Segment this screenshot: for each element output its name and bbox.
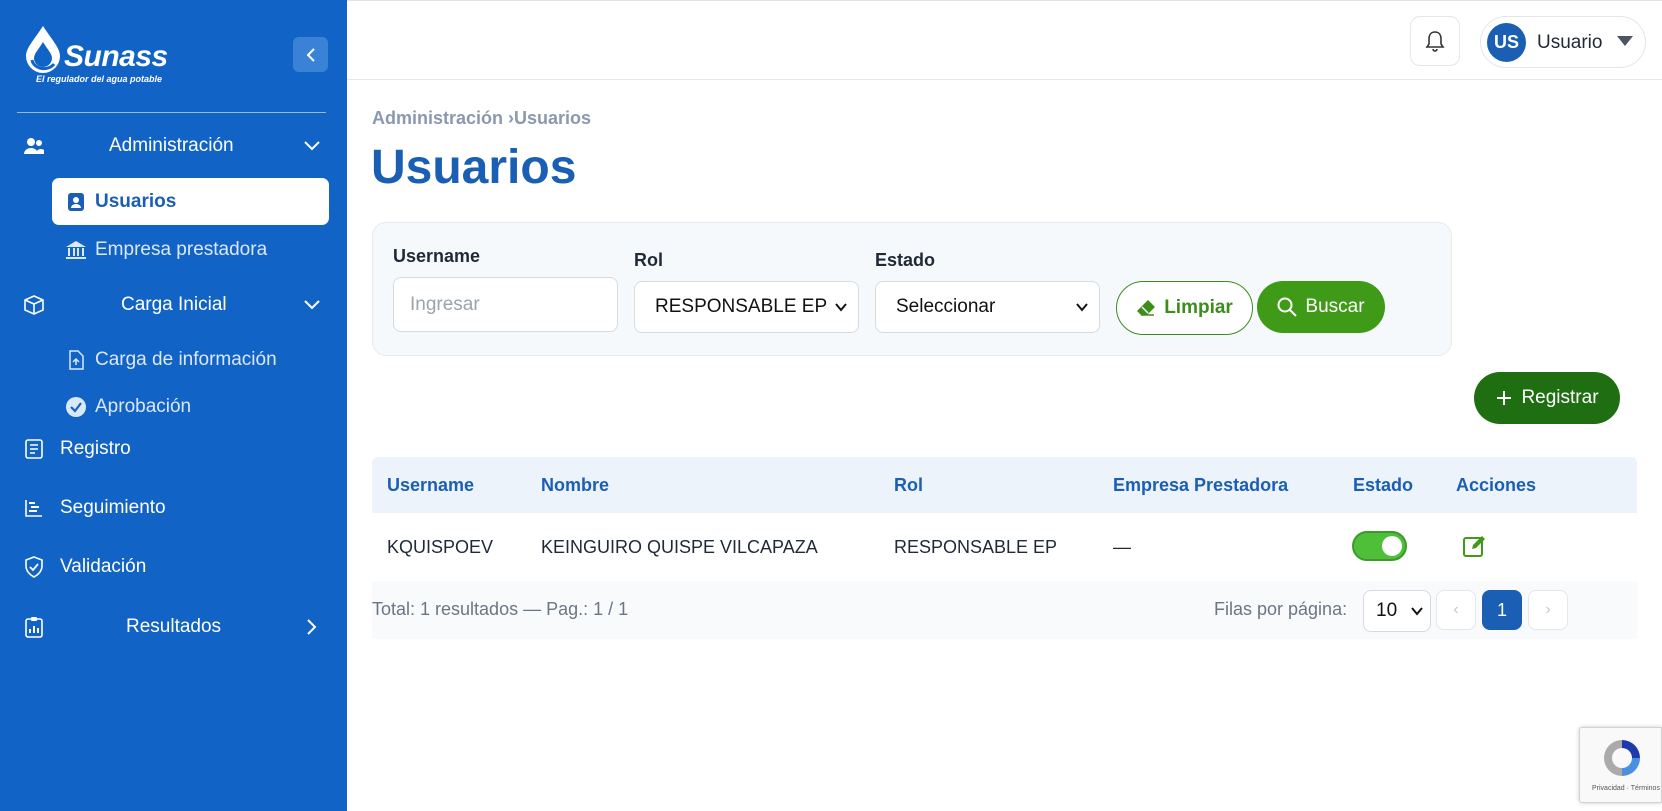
user-badge-icon [64,190,88,214]
estado-select-value: Seleccionar [896,296,996,317]
sidebar-item-label: Carga de información [95,348,277,370]
clipboard-chart-icon [22,615,46,639]
chevron-down-icon [1411,607,1423,616]
page-title: Usuarios [371,141,577,194]
toggle-knob [1382,536,1402,556]
chevron-down-icon [302,295,322,315]
cell-username: KQUISPOEV [387,537,494,557]
clear-button[interactable]: Limpiar [1116,281,1253,335]
chevron-right-icon [302,617,322,637]
sidebar-group-resultados[interactable]: Resultados [0,605,347,649]
top-bar: US Usuario [347,0,1662,80]
username-label: Username [393,246,481,266]
next-page-button[interactable]: › [1528,590,1568,630]
breadcrumb: Administración ›Usuarios [372,108,592,128]
status-toggle[interactable] [1352,531,1407,561]
recaptcha-icon [1604,740,1640,776]
edit-icon[interactable] [1462,533,1488,559]
rows-per-page-select[interactable]: 10 [1363,590,1431,632]
user-menu-button[interactable]: US Usuario [1480,16,1646,68]
cell-empresa: — [1113,537,1131,557]
sidebar: Sunass El regulador del agua potable Adm… [0,0,347,811]
table-footer: Total: 1 resultados — Pag.: 1 / 1 Filas … [372,581,1637,639]
sidebar-item-registro[interactable]: Registro [0,427,347,471]
notifications-button[interactable] [1410,16,1460,66]
box-icon [22,293,46,317]
rol-select-value: RESPONSABLE EP [655,296,828,317]
sunass-logo[interactable]: Sunass El regulador del agua potable [22,22,182,92]
estado-label: Estado [875,250,936,270]
sidebar-item-label: Validación [60,556,147,577]
prev-page-button[interactable]: ‹ [1436,590,1476,630]
search-button[interactable]: Buscar [1257,281,1385,333]
sidebar-divider [17,112,326,113]
form-list-icon [22,437,46,461]
estado-select[interactable]: Seleccionar [875,281,1100,333]
column-header-nombre[interactable]: Nombre [541,475,609,496]
bell-icon [1425,31,1445,52]
register-button[interactable]: Registrar [1474,372,1620,424]
sidebar-item-empresa-prestadora[interactable]: Empresa prestadora [52,226,329,273]
table-row: KQUISPOEV KEINGUIRO QUISPE VILCAPAZA RES… [372,513,1637,581]
sidebar-item-carga-informacion[interactable]: Carga de información [52,336,329,383]
filter-panel: Username Ingresar Rol RESPONSABLE EP Est… [372,222,1452,356]
users-table: Username Nombre Rol Empresa Prestadora E… [372,457,1637,639]
sidebar-item-label: Registro [60,438,131,459]
page-button-current[interactable]: 1 [1482,590,1522,630]
plus-icon [1497,391,1512,405]
column-header-username[interactable]: Username [387,475,474,496]
sidebar-item-seguimiento[interactable]: Seguimiento [0,486,347,530]
sidebar-item-validacion[interactable]: Validación [0,545,347,589]
water-drop-icon [26,26,60,73]
chevron-left-icon [306,47,315,62]
sidebar-group-carga-inicial[interactable]: Carga Inicial [0,283,347,327]
column-header-acciones: Acciones [1456,475,1537,495]
username-input[interactable]: Ingresar [393,277,618,332]
cell-rol: RESPONSABLE EP [894,537,1058,557]
cell-nombre: KEINGUIRO QUISPE VILCAPAZA [541,537,818,557]
sidebar-item-label: Empresa prestadora [95,238,268,260]
shield-check-icon [22,555,46,579]
results-total: Total: 1 resultados — Pag.: 1 / 1 [372,599,629,619]
rows-per-page-value: 10 [1376,600,1398,621]
avatar: US [1487,23,1526,62]
table-header: Username Nombre Rol Empresa Prestadora E… [372,457,1637,513]
sidebar-group-label: Carga Inicial [121,294,227,315]
file-upload-icon [64,348,88,372]
sidebar-item-label: Aprobación [95,395,192,417]
tasks-icon [22,496,46,520]
verified-badge-icon [64,395,88,419]
rol-select[interactable]: RESPONSABLE EP [634,281,859,333]
bank-icon [64,238,88,262]
sidebar-group-administracion[interactable]: Administración [0,124,347,168]
sidebar-group-label: Administración [109,135,234,156]
sidebar-item-usuarios[interactable]: Usuarios [52,178,329,225]
column-header-empresa[interactable]: Empresa Prestadora [1113,475,1288,496]
clear-button-label: Limpiar [1164,297,1233,318]
search-icon [1277,297,1298,317]
rol-label: Rol [634,250,663,270]
brand-name: Sunass [64,40,168,73]
collapse-sidebar-button[interactable] [293,37,328,72]
chevron-down-icon [302,136,322,156]
chevron-down-icon [1076,303,1088,312]
users-icon [22,134,46,158]
recaptcha-text: Privacidad · Términos [1592,785,1660,792]
sidebar-group-label: Resultados [126,616,222,637]
recaptcha-badge[interactable]: Privacidad · Términos [1579,727,1662,803]
sidebar-item-label: Usuarios [95,190,177,212]
rows-per-page-label: Filas por página: [1214,599,1348,619]
sidebar-item-label: Seguimiento [60,497,166,518]
eraser-icon [1137,300,1156,316]
register-button-label: Registrar [1521,387,1599,408]
caret-down-icon [1617,36,1633,46]
chevron-down-icon [835,303,847,312]
sidebar-item-aprobacion[interactable]: Aprobación [52,383,329,430]
user-name: Usuario [1537,32,1603,53]
brand-tagline: El regulador del agua potable [36,74,163,84]
search-button-label: Buscar [1305,296,1365,317]
column-header-rol[interactable]: Rol [894,475,923,496]
main-content: Administración ›Usuarios Usuarios Userna… [347,80,1662,811]
column-header-estado[interactable]: Estado [1353,475,1413,496]
